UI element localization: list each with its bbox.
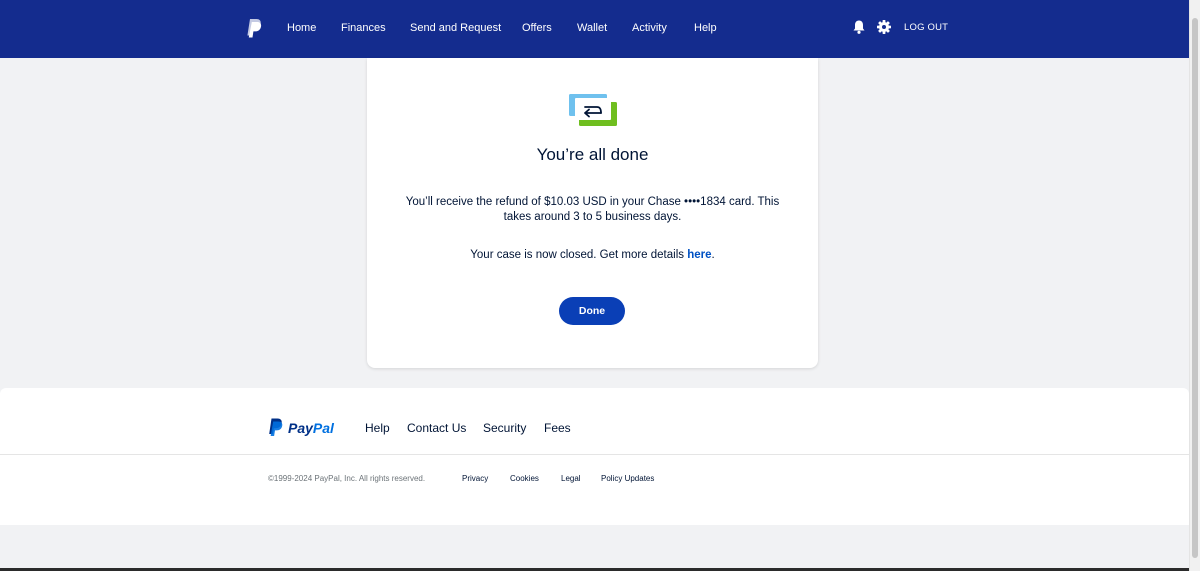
nav-send-and-request[interactable]: Send and Request [410,21,501,35]
wordmark-pal: Pal [312,420,334,436]
copyright-text: ©1999-2024 PayPal, Inc. All rights reser… [268,474,426,483]
bell-icon[interactable] [851,19,867,35]
footer-link-privacy[interactable]: Privacy [462,474,488,484]
footer-link-contact-us[interactable]: Contact Us [407,421,466,436]
nav-wallet[interactable]: Wallet [577,21,607,35]
footer-link-cookies[interactable]: Cookies [510,474,539,484]
nav-finances[interactable]: Finances [341,21,386,35]
footer: PayPal Help Contact Us Security Fees ©19… [0,388,1189,525]
footer-paypal-logo[interactable]: PayPal [268,418,340,438]
done-button[interactable]: Done [559,297,625,325]
nav-help[interactable]: Help [694,21,717,35]
refund-message: You’ll receive the refund of $10.03 USD … [405,196,780,223]
paypal-mark-icon [269,418,283,436]
footer-link-help[interactable]: Help [365,421,390,436]
vertical-scrollbar[interactable] [1189,0,1200,571]
paypal-wordmark: PayPal [288,420,334,436]
wordmark-pay: Pay [288,420,313,436]
refund-return-icon [569,94,617,126]
footer-link-policy-updates[interactable]: Policy Updates [601,474,654,484]
logout-link[interactable]: LOG OUT [904,22,948,34]
footer-link-security[interactable]: Security [483,421,526,436]
scrollbar-thumb[interactable] [1192,18,1198,558]
case-closed-text: Your case is now closed. Get more detail… [470,249,688,261]
page-title: You’re all done [536,145,649,164]
paypal-logo-icon[interactable] [246,18,262,39]
confirmation-card: You’re all done You’ll receive the refun… [367,58,818,368]
nav-home[interactable]: Home [287,21,316,35]
gear-icon[interactable] [876,19,892,35]
top-navigation-bar: Home Finances Send and Request Offers Wa… [0,0,1189,58]
case-details-link[interactable]: here [687,249,711,261]
footer-divider [0,454,1189,455]
nav-activity[interactable]: Activity [632,21,667,35]
footer-link-legal[interactable]: Legal [561,474,581,484]
nav-offers[interactable]: Offers [522,21,552,35]
case-closed-period: . [711,249,715,261]
footer-link-fees[interactable]: Fees [544,421,571,436]
case-closed-message: Your case is now closed. Get more detail… [367,248,818,263]
